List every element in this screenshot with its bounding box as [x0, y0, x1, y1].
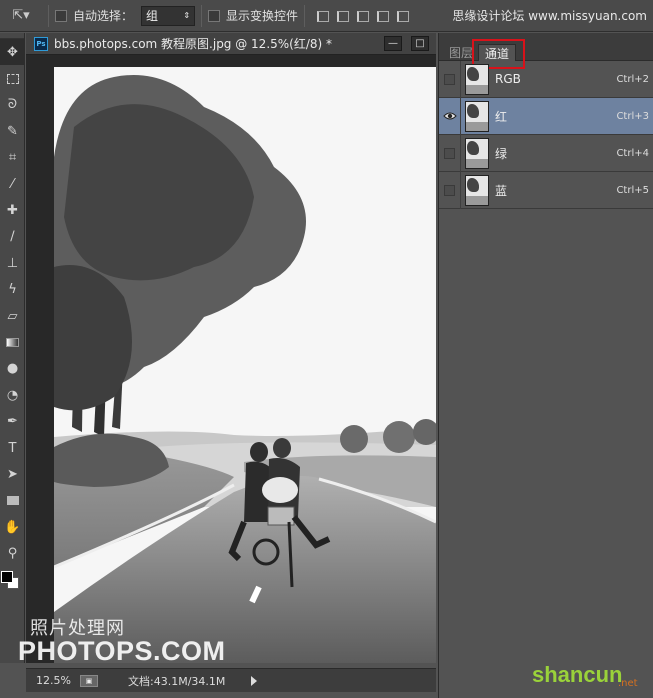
zoom-tool-icon[interactable]: ⚲	[0, 540, 25, 566]
panel-tabs: 图层 通道	[439, 33, 653, 69]
crop-tool-icon[interactable]: ⌗	[0, 145, 25, 171]
canvas-area[interactable]	[26, 56, 436, 663]
history-brush-icon[interactable]: ϟ	[0, 277, 25, 303]
visibility-off-box	[444, 147, 455, 159]
channel-thumbnail	[465, 63, 489, 95]
forum-watermark: 思缘设计论坛 www.missyuan.com	[452, 9, 647, 23]
channel-shortcut: Ctrl+4	[616, 147, 649, 159]
align-buttons-group	[315, 9, 410, 22]
channel-shortcut: Ctrl+3	[616, 110, 649, 122]
toolbox: ✥ ᘐ ✎ ⌗ ⁄ ✚ ∕ ⊥ ϟ ▱ ● ◔ ✒ T ➤ ✋ ⚲	[0, 33, 25, 663]
align-vcenter-icon[interactable]	[335, 9, 350, 22]
dropdown-arrows-icon: ⇕	[183, 11, 191, 20]
auto-select-dropdown[interactable]: 组 ⇕	[141, 5, 196, 26]
channel-name: RGB	[495, 72, 521, 86]
doc-info-icon[interactable]: ▣	[80, 674, 98, 687]
rectangle-tool-icon[interactable]	[0, 488, 25, 514]
eye-icon	[442, 112, 457, 120]
status-bar: 12.5% ▣ 文档:43.1M/34.1M	[26, 668, 436, 692]
quick-select-tool-icon[interactable]: ✎	[0, 118, 25, 144]
clone-stamp-icon[interactable]: ⊥	[0, 250, 25, 276]
auto-select-label: 自动选择：	[73, 9, 134, 23]
visibility-toggle[interactable]	[439, 134, 461, 172]
channel-shortcut: Ctrl+2	[616, 73, 649, 85]
separator	[48, 4, 49, 27]
channel-row-red[interactable]: 红 Ctrl+3	[439, 97, 653, 135]
marquee-tool-icon[interactable]	[0, 65, 25, 91]
channel-thumbnail	[465, 137, 489, 169]
move-tool-preset-icon[interactable]: ⇱▾	[0, 0, 42, 32]
path-select-icon[interactable]: ➤	[0, 461, 25, 487]
status-menu-arrow-icon[interactable]	[251, 675, 258, 686]
brush-tool-icon[interactable]: ∕	[0, 224, 25, 250]
tab-channels[interactable]: 通道	[478, 44, 517, 61]
visibility-toggle[interactable]	[439, 171, 461, 209]
photoshop-doc-icon: Ps	[34, 36, 48, 51]
channel-row-rgb[interactable]: RGB Ctrl+2	[439, 60, 653, 98]
move-tool-icon[interactable]: ✥	[0, 39, 25, 66]
document-title: bbs.photops.com 教程原图.jpg @ 12.5%(红/8) *	[54, 37, 333, 51]
color-swatches[interactable]	[0, 567, 25, 607]
eyedropper-tool-icon[interactable]: ⁄	[0, 171, 25, 197]
align-left-icon[interactable]	[375, 9, 390, 22]
eraser-tool-icon[interactable]: ▱	[0, 303, 25, 329]
hand-tool-icon[interactable]: ✋	[0, 514, 25, 540]
document-window: Ps bbs.photops.com 教程原图.jpg @ 12.5%(红/8)…	[26, 33, 436, 663]
options-bar: ⇱▾ 自动选择： 组 ⇕ 显示变换控件 思缘设计论坛 www.missyuan.…	[0, 0, 653, 32]
show-transform-checkbox[interactable]	[208, 9, 221, 22]
channel-thumbnail	[465, 100, 489, 132]
visibility-toggle[interactable]	[439, 97, 461, 135]
channel-name: 红	[495, 109, 508, 124]
visibility-toggle[interactable]	[439, 60, 461, 98]
tab-layers[interactable]: 图层	[443, 44, 479, 61]
align-top-icon[interactable]	[315, 9, 330, 22]
separator	[304, 4, 306, 27]
type-tool-icon[interactable]: T	[0, 435, 25, 461]
channel-name: 蓝	[495, 183, 508, 198]
document-size: 文档:43.1M/34.1M	[128, 674, 226, 688]
auto-select-checkbox[interactable]	[55, 9, 67, 22]
blur-tool-icon[interactable]: ●	[0, 356, 25, 382]
channel-shortcut: Ctrl+5	[616, 184, 649, 196]
channel-row-blue[interactable]: 蓝 Ctrl+5	[439, 171, 653, 209]
foreground-color-swatch[interactable]	[1, 570, 13, 583]
dodge-tool-icon[interactable]: ◔	[0, 382, 25, 408]
channel-name: 绿	[495, 146, 508, 161]
maximize-button[interactable]: □	[411, 36, 429, 51]
photoshop-window: ⇱▾ 自动选择： 组 ⇕ 显示变换控件 思缘设计论坛 www.missyuan.…	[0, 0, 653, 698]
zoom-level[interactable]: 12.5%	[36, 674, 80, 687]
align-bottom-icon[interactable]	[355, 9, 370, 22]
lasso-tool-icon[interactable]: ᘐ	[0, 92, 25, 118]
grayscale-photo	[54, 67, 436, 663]
auto-select-value: 组	[146, 9, 159, 23]
visibility-off-box	[444, 73, 455, 85]
minimize-button[interactable]: —	[384, 36, 402, 51]
channel-thumbnail	[465, 174, 489, 206]
visibility-off-box	[444, 184, 455, 196]
channel-row-green[interactable]: 绿 Ctrl+4	[439, 134, 653, 172]
channels-panel: 图层 通道 RGB Ctrl+2 红 Ctrl+3 绿 Ctrl+4 蓝 Ctr…	[438, 33, 653, 698]
photo-canvas[interactable]	[54, 67, 436, 663]
pen-tool-icon[interactable]: ✒	[0, 408, 25, 434]
document-tab[interactable]: Ps bbs.photops.com 教程原图.jpg @ 12.5%(红/8)…	[26, 33, 436, 55]
show-transform-label: 显示变换控件	[226, 9, 299, 23]
separator	[201, 4, 203, 27]
healing-brush-icon[interactable]: ✚	[0, 197, 25, 223]
align-hcenter-icon[interactable]	[395, 9, 410, 22]
gradient-tool-icon[interactable]	[0, 329, 25, 355]
